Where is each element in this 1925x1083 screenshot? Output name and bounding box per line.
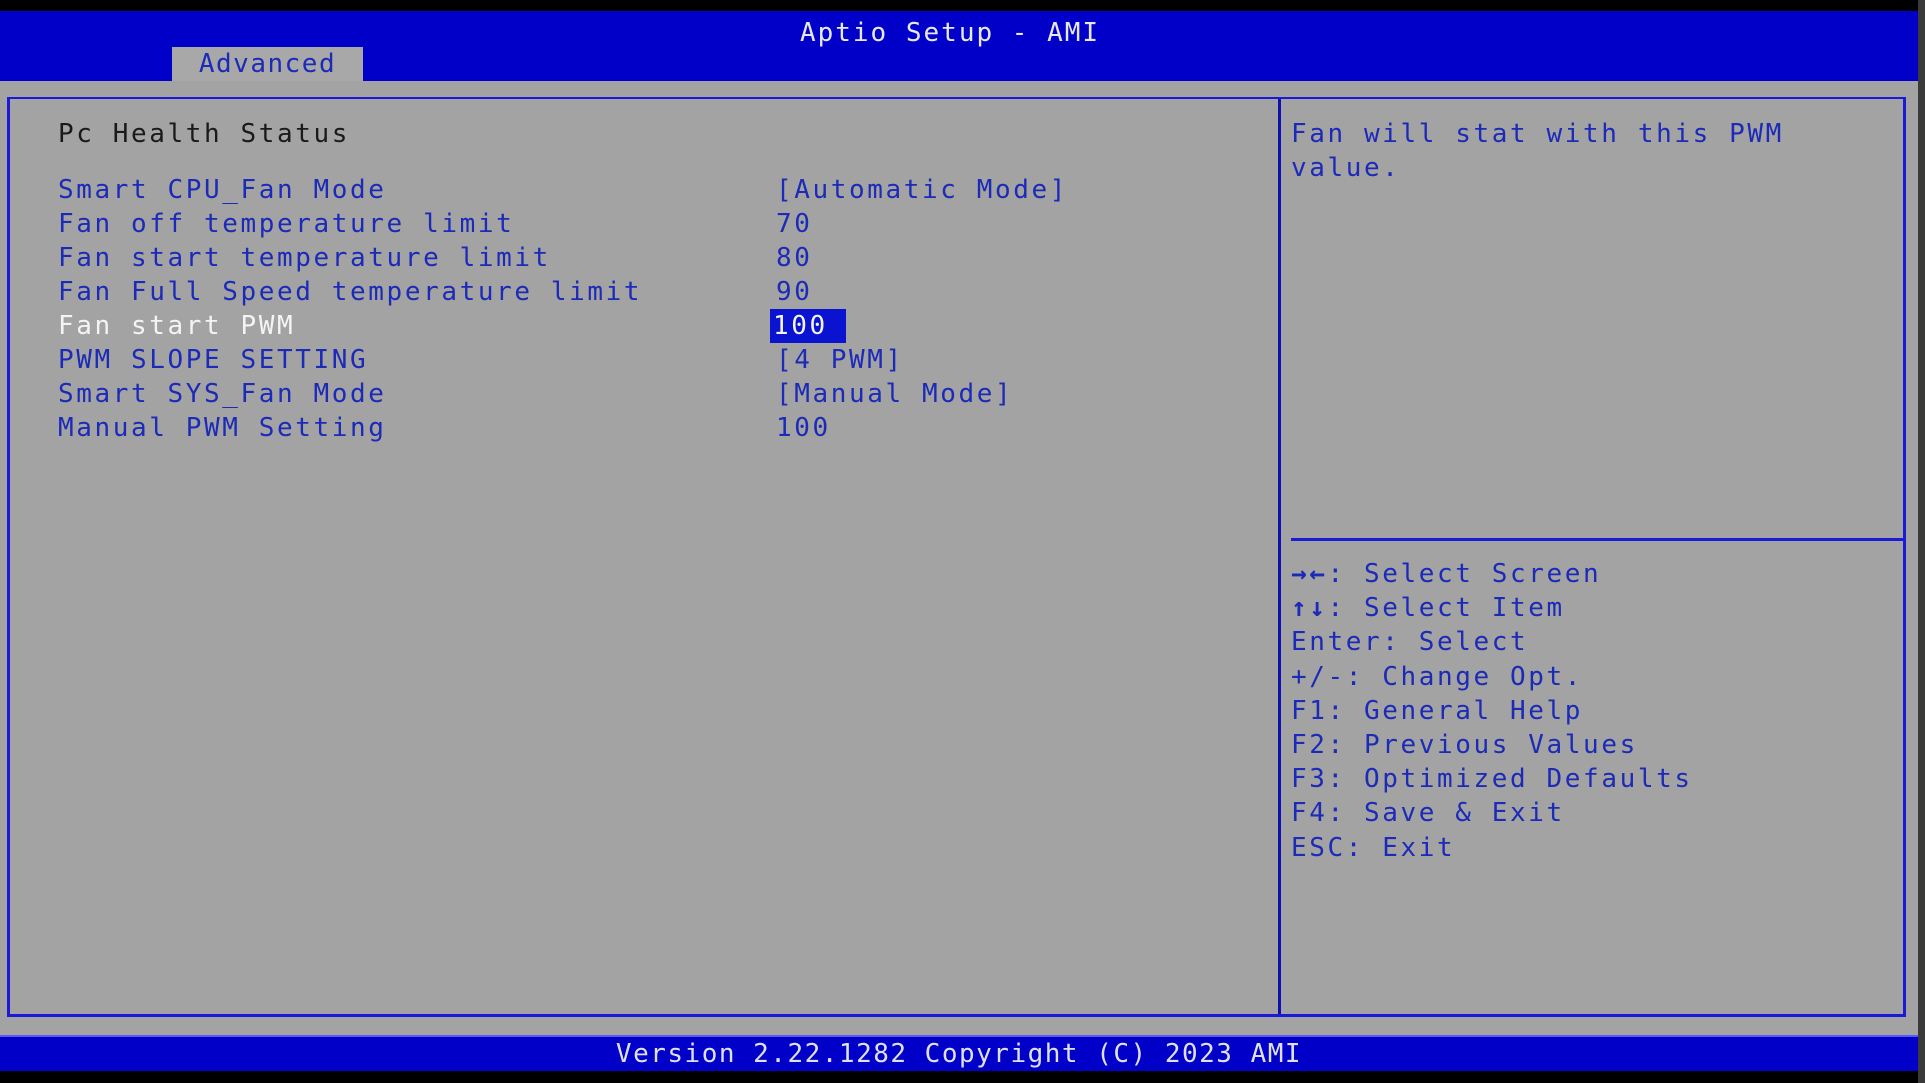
key-select-screen: →←: Select Screen (1291, 557, 1693, 591)
key-desc: : Select Screen (1327, 559, 1602, 589)
key-f3: F3: Optimized Defaults (1291, 762, 1693, 796)
key-esc: ESC: Exit (1291, 831, 1693, 865)
setting-label: Manual PWM Setting (58, 413, 387, 443)
key-f2: F2: Previous Values (1291, 728, 1693, 762)
key-name: ESC (1291, 832, 1346, 863)
key-legend: →←: Select Screen ↑↓: Select Item Enter:… (1291, 557, 1693, 865)
key-name: Enter (1291, 627, 1383, 658)
setting-value[interactable]: [Automatic Mode] (773, 173, 1071, 207)
setting-value[interactable]: 80 (773, 241, 816, 275)
help-text: Fan will stat with this PWM value. (1291, 119, 1784, 183)
key-select-item: ↑↓: Select Item (1291, 591, 1693, 625)
key-name: F3 (1291, 764, 1328, 795)
setting-row-fan-off-temp-limit[interactable]: Fan off temperature limit 70 (58, 207, 1258, 241)
setting-label: Fan off temperature limit (58, 209, 515, 239)
key-desc: : Previous Values (1327, 729, 1638, 760)
key-name: +/- (1291, 661, 1346, 692)
help-divider (1291, 538, 1906, 541)
setting-row-smart-cpu-fan-mode[interactable]: Smart CPU_Fan Mode [Automatic Mode] (58, 173, 1258, 207)
right-edge-strip (1918, 0, 1925, 1083)
key-desc: : Save & Exit (1327, 798, 1565, 829)
key-desc: : Exit (1345, 832, 1456, 863)
bios-header: Aptio Setup - AMI Advanced (0, 11, 1918, 81)
tab-advanced[interactable]: Advanced (172, 47, 363, 81)
top-black-bar (0, 0, 1925, 11)
setting-row-fan-full-speed-temp-limit[interactable]: Fan Full Speed temperature limit 90 (58, 275, 1258, 309)
key-f1: F1: General Help (1291, 694, 1693, 728)
setting-value[interactable]: 70 (773, 207, 816, 241)
key-change-opt: +/-: Change Opt. (1291, 660, 1693, 694)
setting-value[interactable]: [4 PWM] (773, 343, 907, 377)
key-name: F4 (1291, 798, 1328, 829)
up-down-arrows-icon: ↑↓ (1291, 593, 1328, 624)
version-text: Version 2.22.1282 Copyright (C) 2023 AMI (615, 1039, 1303, 1069)
setting-value[interactable]: 90 (773, 275, 816, 309)
setting-label: Fan start temperature limit (58, 243, 551, 273)
help-pane: Fan will stat with this PWM value. →←: S… (1281, 99, 1906, 1014)
version-footer: Version 2.22.1282 Copyright (C) 2023 AMI (0, 1035, 1918, 1071)
setting-row-fan-start-pwm[interactable]: Fan start PWM 100 (58, 309, 1258, 343)
section-title: Pc Health Status (58, 119, 351, 149)
setting-value[interactable]: [Manual Mode] (773, 377, 1016, 411)
setting-value-selected[interactable]: 100 (770, 309, 846, 343)
setting-label: PWM SLOPE SETTING (58, 345, 369, 375)
setting-value[interactable]: 100 (773, 411, 834, 445)
setting-row-fan-start-temp-limit[interactable]: Fan start temperature limit 80 (58, 241, 1258, 275)
key-desc: : Change Opt. (1345, 661, 1584, 692)
key-desc: : Select Item (1327, 593, 1565, 624)
left-right-arrows-icon: →← (1291, 559, 1328, 589)
key-desc: : General Help (1327, 695, 1584, 726)
main-area: Pc Health Status Smart CPU_Fan Mode [Aut… (0, 81, 1918, 1035)
setting-label: Smart SYS_Fan Mode (58, 379, 387, 409)
setting-row-pwm-slope-setting[interactable]: PWM SLOPE SETTING [4 PWM] (58, 343, 1258, 377)
setting-row-manual-pwm-setting[interactable]: Manual PWM Setting 100 (58, 411, 1258, 445)
key-name: F2 (1291, 729, 1328, 760)
content-frame: Pc Health Status Smart CPU_Fan Mode [Aut… (7, 97, 1906, 1017)
key-desc: : Select (1382, 627, 1529, 658)
setting-label: Smart CPU_Fan Mode (58, 175, 387, 205)
key-f4: F4: Save & Exit (1291, 796, 1693, 830)
bottom-black-bar (0, 1071, 1925, 1083)
bios-title: Aptio Setup - AMI (799, 18, 1101, 48)
setting-label: Fan Full Speed temperature limit (58, 277, 643, 307)
key-enter: Enter: Select (1291, 625, 1693, 659)
key-name: F1 (1291, 695, 1328, 726)
key-desc: : Optimized Defaults (1327, 764, 1693, 795)
settings-pane: Pc Health Status Smart CPU_Fan Mode [Aut… (10, 99, 1278, 1014)
setting-label: Fan start PWM (58, 311, 296, 341)
setting-row-smart-sys-fan-mode[interactable]: Smart SYS_Fan Mode [Manual Mode] (58, 377, 1258, 411)
